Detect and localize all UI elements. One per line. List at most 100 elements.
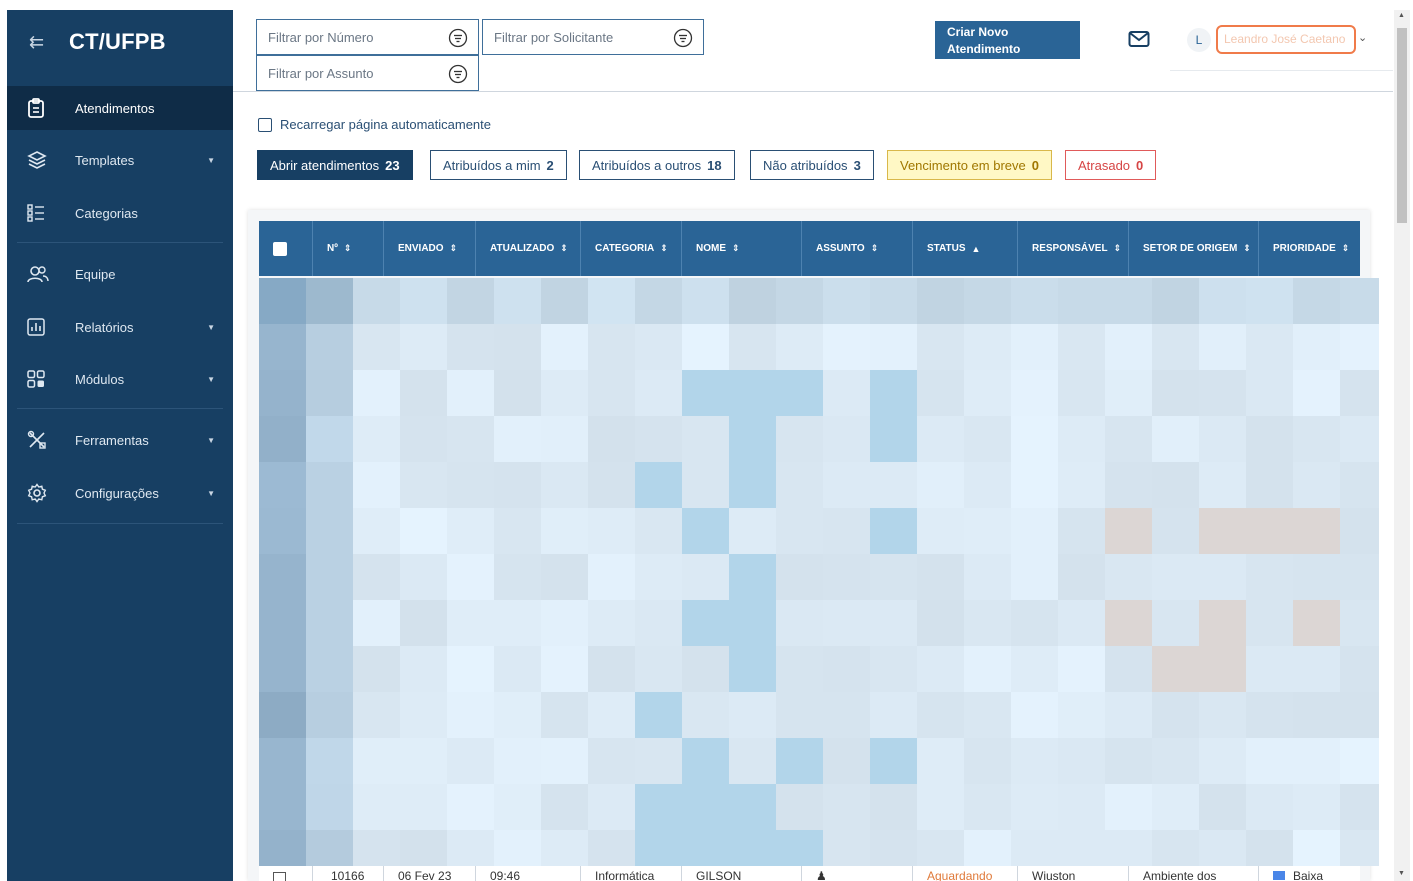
pixel-tile	[1293, 784, 1340, 830]
pixel-tile	[917, 784, 964, 830]
page-scrollbar[interactable]: ▲ ▼	[1394, 10, 1410, 881]
pixel-tile	[259, 692, 306, 738]
row-checkbox[interactable]	[273, 872, 286, 881]
pixel-tile	[1011, 784, 1058, 830]
pixel-tile	[1058, 508, 1105, 554]
filter-solicitante-input[interactable]: Filtrar por Solicitante	[482, 19, 704, 55]
cell-prioridade: Baixa	[1259, 866, 1360, 881]
pixel-tile	[259, 784, 306, 830]
pixel-tile	[353, 370, 400, 416]
pixel-tile	[1011, 462, 1058, 508]
pixel-tile	[635, 324, 682, 370]
column-header-atualizado[interactable]: ATUALIZADO ⇕	[476, 221, 581, 276]
pixel-tile	[1152, 278, 1199, 324]
sidebar-item-ferramentas[interactable]: Ferramentas ▼	[7, 418, 233, 462]
pixel-tile	[447, 738, 494, 784]
filter-icon[interactable]	[673, 28, 693, 51]
pixel-tile	[729, 462, 776, 508]
row-checkbox-cell[interactable]	[259, 866, 313, 881]
pixel-tile	[353, 554, 400, 600]
pixel-tile	[1340, 508, 1379, 554]
pixel-tile	[964, 692, 1011, 738]
table-row[interactable]: 10166 06 Fev 23 09:46 Informática GILSON…	[259, 866, 1360, 881]
column-header-setor-de-origem[interactable]: SETOR DE ORIGEM ⇕	[1129, 221, 1259, 276]
pixel-tile	[823, 416, 870, 462]
clipboard-icon	[27, 98, 75, 118]
column-header-assunto[interactable]: ASSUNTO ⇕	[802, 221, 913, 276]
pixel-tile	[494, 600, 541, 646]
pixel-tile	[635, 416, 682, 462]
sidebar-item-label: Equipe	[75, 266, 116, 282]
sidebar-item-templates[interactable]: Templates ▼	[7, 138, 233, 182]
sidebar-item-equipe[interactable]: Equipe	[7, 252, 233, 296]
pixel-tile	[964, 554, 1011, 600]
pixel-tile	[1011, 416, 1058, 462]
pixel-tile	[776, 784, 823, 830]
pixel-tile	[1058, 692, 1105, 738]
pixel-tile	[1152, 646, 1199, 692]
scroll-up-icon[interactable]: ▲	[1398, 12, 1405, 19]
tab-abrir-atendimentos[interactable]: Abrir atendimentos 23	[257, 150, 413, 180]
tab-atribuidos-a-mim[interactable]: Atribuídos a mim 2	[430, 150, 567, 180]
scrollbar-thumb[interactable]	[1397, 28, 1407, 223]
column-header-numero[interactable]: Nº ⇕	[313, 221, 384, 276]
pixel-tile	[353, 738, 400, 784]
mail-icon[interactable]	[1128, 30, 1150, 53]
sort-icon: ⇕	[449, 243, 458, 253]
chevron-down-icon[interactable]: ⌄	[1358, 31, 1367, 44]
avatar[interactable]: L	[1187, 28, 1211, 52]
new-ticket-button[interactable]: Criar Novo Atendimento	[935, 21, 1080, 59]
column-header-status[interactable]: STATUS ▲	[913, 221, 1018, 276]
sidebar-item-configuracoes[interactable]: Configurações ▼	[7, 471, 233, 515]
pixel-tile	[588, 784, 635, 830]
collapse-menu-icon[interactable]: ⇇	[29, 32, 69, 53]
column-header-nome[interactable]: NOME ⇕	[682, 221, 802, 276]
pixel-tile	[400, 416, 447, 462]
column-header-prioridade[interactable]: PRIORIDADE ⇕	[1259, 221, 1360, 276]
pixel-tile	[682, 370, 729, 416]
pixel-tile	[1246, 370, 1293, 416]
pixel-tile	[1246, 830, 1293, 866]
pixel-tile	[541, 830, 588, 866]
filter-icon[interactable]	[448, 28, 468, 51]
filter-assunto-input[interactable]: Filtrar por Assunto	[256, 55, 479, 91]
pixel-tile	[1152, 784, 1199, 830]
sidebar-item-atendimentos[interactable]: Atendimentos	[7, 86, 233, 130]
pixel-tile	[1058, 738, 1105, 784]
pixel-tile	[682, 784, 729, 830]
tab-atrasado[interactable]: Atrasado 0	[1065, 150, 1157, 180]
chart-icon	[27, 318, 75, 336]
pixel-tile	[1011, 646, 1058, 692]
pixel-tile	[1152, 830, 1199, 866]
sidebar-item-relatorios[interactable]: Relatórios ▼	[7, 305, 233, 349]
pixel-tile	[1058, 416, 1105, 462]
user-name-menu[interactable]: Leandro José Caetano	[1216, 25, 1356, 54]
pixel-tile	[306, 738, 353, 784]
auto-reload-checkbox[interactable]	[258, 117, 272, 132]
pixel-tile	[729, 370, 776, 416]
tab-vencimento-em-breve[interactable]: Vencimento em breve 0	[887, 150, 1052, 180]
pixel-tile	[776, 554, 823, 600]
column-header-categoria[interactable]: CATEGORIA ⇕	[581, 221, 682, 276]
pixel-tile	[588, 278, 635, 324]
filter-numero-input[interactable]: Filtrar por Número	[256, 19, 479, 55]
auto-reload-toggle[interactable]: Recarregar página automaticamente	[258, 117, 491, 132]
tab-nao-atribuidos[interactable]: Não atribuídos 3	[750, 150, 874, 180]
pixel-tile	[870, 646, 917, 692]
scroll-down-icon[interactable]: ▼	[1398, 870, 1405, 877]
pixel-tile	[1152, 370, 1199, 416]
pixel-tile	[1340, 830, 1379, 866]
sidebar-item-categorias[interactable]: Categorias	[7, 191, 233, 235]
pixel-tile	[1340, 600, 1379, 646]
filter-icon[interactable]	[448, 64, 468, 87]
column-header-responsavel[interactable]: RESPONSÁVEL ⇕	[1018, 221, 1129, 276]
pixel-tile	[1105, 646, 1152, 692]
sidebar-item-modulos[interactable]: Módulos ▼	[7, 357, 233, 401]
pixel-tile	[823, 370, 870, 416]
pixel-tile	[729, 692, 776, 738]
pixel-tile	[635, 462, 682, 508]
tab-atribuidos-a-outros[interactable]: Atribuídos a outros 18	[579, 150, 735, 180]
column-header-enviado[interactable]: ENVIADO ⇕	[384, 221, 476, 276]
select-all-checkbox[interactable]	[273, 241, 287, 256]
pixel-tile	[588, 416, 635, 462]
